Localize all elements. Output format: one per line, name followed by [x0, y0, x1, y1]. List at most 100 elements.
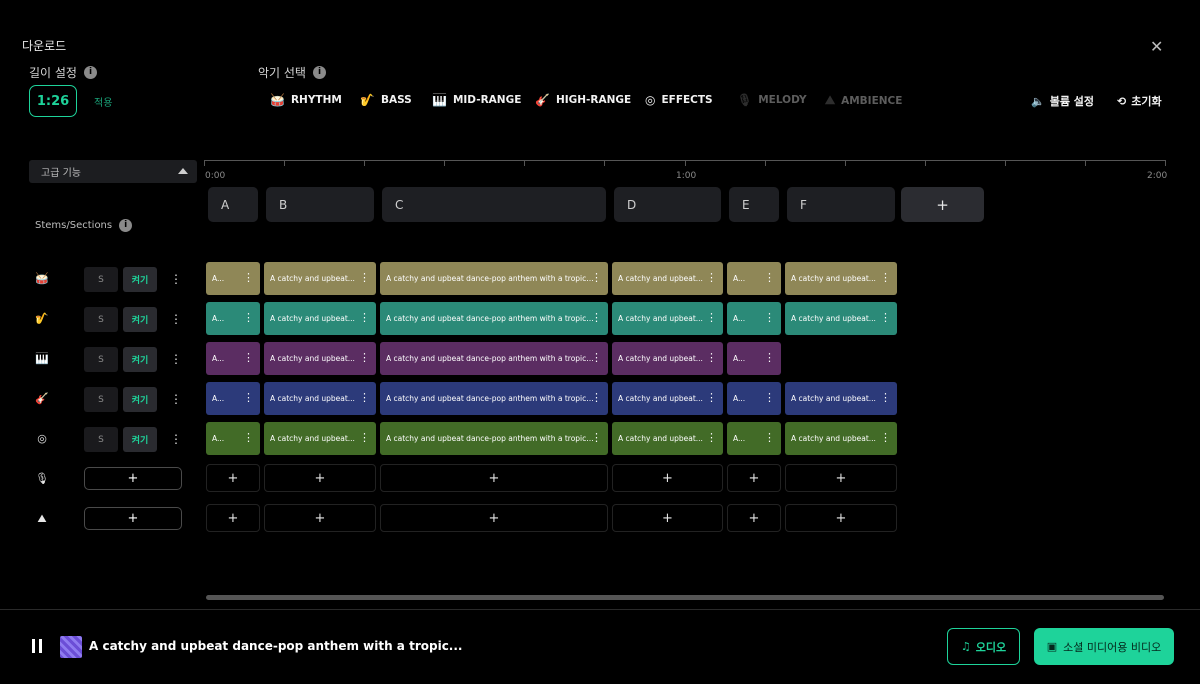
clip[interactable]: A catchy and upbeat... ⋮: [785, 302, 897, 335]
add-clip-button[interactable]: +: [206, 504, 260, 532]
more-icon[interactable]: ⋮: [243, 271, 254, 284]
add-clip-button[interactable]: +: [264, 504, 376, 532]
on-toggle[interactable]: 켜기: [123, 307, 157, 332]
clip[interactable]: A... ⋮: [727, 302, 781, 335]
more-icon[interactable]: ⋮: [880, 271, 891, 284]
clip[interactable]: A catchy and upbeat... ⋮: [264, 422, 376, 455]
advanced-toggle[interactable]: 고급 기능: [29, 160, 197, 183]
clip[interactable]: A catchy and upbeat... ⋮: [612, 262, 723, 295]
clip[interactable]: A catchy and upbeat... ⋮: [264, 342, 376, 375]
apply-button[interactable]: 적용: [94, 94, 112, 109]
section-c[interactable]: C: [382, 187, 606, 222]
more-icon[interactable]: ⋮: [764, 431, 775, 444]
info-icon[interactable]: i: [119, 219, 133, 232]
info-icon[interactable]: i: [312, 66, 326, 79]
more-icon[interactable]: ⋮: [591, 391, 602, 404]
more-icon[interactable]: ⋮: [706, 431, 717, 444]
add-clip-button[interactable]: +: [380, 464, 608, 492]
clip[interactable]: A catchy and upbeat... ⋮: [612, 422, 723, 455]
more-icon[interactable]: ⋮: [243, 391, 254, 404]
section-f[interactable]: F: [787, 187, 895, 222]
clip[interactable]: A catchy and upbeat... ⋮: [264, 262, 376, 295]
add-stem-button[interactable]: +: [84, 507, 182, 530]
section-b[interactable]: B: [266, 187, 374, 222]
clip[interactable]: A... ⋮: [727, 382, 781, 415]
more-icon[interactable]: ⋮: [359, 271, 370, 284]
instrument-rhythm[interactable]: 🥁 RHYTHM: [270, 93, 342, 107]
more-icon[interactable]: ⋮: [706, 311, 717, 324]
clip[interactable]: A... ⋮: [206, 422, 260, 455]
solo-button[interactable]: S: [84, 387, 118, 412]
clip[interactable]: A catchy and upbeat... ⋮: [264, 382, 376, 415]
clip[interactable]: A catchy and upbeat dance-pop anthem wit…: [380, 302, 608, 335]
add-clip-button[interactable]: +: [612, 504, 723, 532]
add-clip-button[interactable]: +: [380, 504, 608, 532]
more-icon[interactable]: ⋮: [591, 431, 602, 444]
pause-icon[interactable]: [32, 639, 42, 653]
more-icon[interactable]: ⋮: [243, 431, 254, 444]
more-icon[interactable]: ⋮: [706, 271, 717, 284]
solo-button[interactable]: S: [84, 427, 118, 452]
more-icon[interactable]: ⋮: [359, 391, 370, 404]
solo-button[interactable]: S: [84, 307, 118, 332]
instrument-high-range[interactable]: 🎸 HIGH-RANGE: [535, 93, 631, 107]
clip[interactable]: A... ⋮: [206, 262, 260, 295]
instrument-bass[interactable]: 🎷 BASS: [360, 93, 412, 107]
add-clip-button[interactable]: +: [206, 464, 260, 492]
add-clip-button[interactable]: +: [264, 464, 376, 492]
more-icon[interactable]: ⋮: [764, 391, 775, 404]
clip[interactable]: A catchy and upbeat... ⋮: [785, 422, 897, 455]
more-icon[interactable]: ⋮: [170, 312, 182, 326]
more-icon[interactable]: ⋮: [170, 272, 182, 286]
on-toggle[interactable]: 켜기: [123, 347, 157, 372]
add-section-button[interactable]: +: [901, 187, 984, 222]
clip[interactable]: A... ⋮: [727, 342, 781, 375]
more-icon[interactable]: ⋮: [591, 311, 602, 324]
solo-button[interactable]: S: [84, 347, 118, 372]
more-icon[interactable]: ⋮: [764, 271, 775, 284]
clip[interactable]: A catchy and upbeat dance-pop anthem wit…: [380, 262, 608, 295]
on-toggle[interactable]: 켜기: [123, 387, 157, 412]
on-toggle[interactable]: 켜기: [123, 427, 157, 452]
more-icon[interactable]: ⋮: [170, 432, 182, 446]
section-e[interactable]: E: [729, 187, 779, 222]
instrument-effects[interactable]: ◎ EFFECTS: [645, 93, 713, 107]
instrument-ambience[interactable]: ⛰ AMBIENCE: [825, 93, 902, 108]
reset-button[interactable]: ⟲ 초기화: [1117, 93, 1162, 109]
clip[interactable]: A... ⋮: [206, 342, 260, 375]
more-icon[interactable]: ⋮: [591, 351, 602, 364]
clip[interactable]: A catchy and upbeat... ⋮: [612, 382, 723, 415]
more-icon[interactable]: ⋮: [243, 311, 254, 324]
instrument-melody[interactable]: 🎙 MELODY: [737, 93, 807, 107]
add-clip-button[interactable]: +: [727, 464, 781, 492]
more-icon[interactable]: ⋮: [706, 351, 717, 364]
add-clip-button[interactable]: +: [612, 464, 723, 492]
more-icon[interactable]: ⋮: [591, 271, 602, 284]
close-icon[interactable]: ✕: [1150, 37, 1163, 56]
clip[interactable]: A catchy and upbeat... ⋮: [264, 302, 376, 335]
add-clip-button[interactable]: +: [785, 464, 897, 492]
clip[interactable]: A catchy and upbeat... ⋮: [612, 302, 723, 335]
more-icon[interactable]: ⋮: [764, 351, 775, 364]
more-icon[interactable]: ⋮: [170, 352, 182, 366]
more-icon[interactable]: ⋮: [880, 391, 891, 404]
solo-button[interactable]: S: [84, 267, 118, 292]
clip[interactable]: A catchy and upbeat dance-pop anthem wit…: [380, 342, 608, 375]
clip[interactable]: A catchy and upbeat... ⋮: [785, 262, 897, 295]
add-clip-button[interactable]: +: [727, 504, 781, 532]
more-icon[interactable]: ⋮: [243, 351, 254, 364]
social-video-button[interactable]: ▣ 소셜 미디어용 비디오: [1034, 628, 1174, 665]
clip[interactable]: A catchy and upbeat dance-pop anthem wit…: [380, 422, 608, 455]
more-icon[interactable]: ⋮: [880, 431, 891, 444]
horizontal-scrollbar[interactable]: [206, 595, 1164, 600]
audio-download-button[interactable]: ♫ 오디오: [947, 628, 1020, 665]
length-input[interactable]: 1:26: [29, 85, 77, 117]
more-icon[interactable]: ⋮: [170, 392, 182, 406]
clip[interactable]: A... ⋮: [727, 262, 781, 295]
clip[interactable]: A catchy and upbeat... ⋮: [612, 342, 723, 375]
add-stem-button[interactable]: +: [84, 467, 182, 490]
more-icon[interactable]: ⋮: [764, 311, 775, 324]
instrument-mid-range[interactable]: 🎹 MID-RANGE: [432, 93, 521, 107]
section-a[interactable]: A: [208, 187, 258, 222]
info-icon[interactable]: i: [83, 66, 97, 79]
